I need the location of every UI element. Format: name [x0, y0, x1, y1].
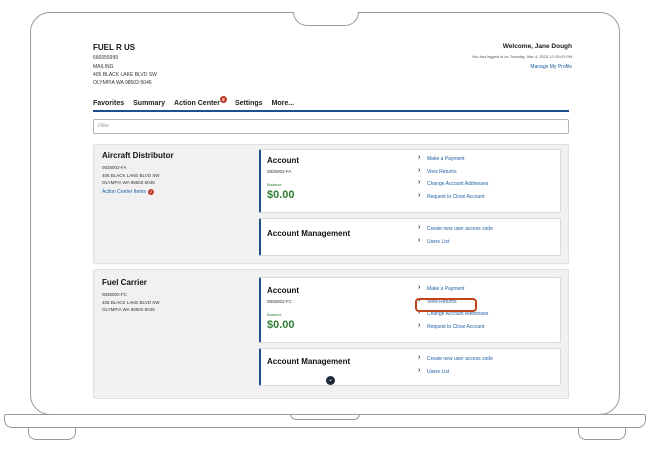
panel-address-line-1: 405 BLACK LAKE BLVD SW	[102, 300, 160, 305]
panel-address-line-2: OLYMPIA WA 98502-5046	[102, 180, 155, 185]
account-card: Account 0835002-FA Balance $0.00 Make a …	[259, 149, 561, 213]
account-card-title: Account	[267, 156, 299, 165]
create-access-code-link[interactable]: Create new user access code	[418, 225, 493, 239]
action-center-items-badge: 2	[147, 189, 154, 195]
management-links: Create new user access code Users List	[418, 225, 493, 252]
account-management-title: Account Management	[267, 357, 351, 366]
nav-more[interactable]: More...	[272, 100, 295, 107]
nav-underline	[93, 110, 569, 112]
account-links: Make a Payment View Returns Change Accou…	[418, 155, 488, 207]
chevron-down-icon[interactable]: ⌄	[326, 376, 335, 385]
manage-profile-link[interactable]: Manage My Profile	[530, 64, 572, 70]
action-center-items-link[interactable]: Action Center Items 2	[102, 189, 154, 195]
balance-amount: $0.00	[267, 319, 295, 331]
view-returns-highlight	[415, 298, 477, 312]
nav-summary[interactable]: Summary	[133, 100, 165, 107]
laptop-base-notch	[290, 414, 360, 420]
action-center-items-label: Action Center Items	[102, 189, 146, 195]
change-addresses-link[interactable]: Change Account Addresses	[418, 180, 488, 194]
panel-title: Aircraft Distributor	[102, 151, 174, 160]
account-card-number: 0835002-FA	[267, 169, 292, 174]
company-name: FUEL R US	[93, 43, 136, 52]
address-label: MAILING	[93, 64, 114, 70]
account-card-number: 0835002-FC	[267, 299, 293, 304]
change-addresses-link[interactable]: Change Account Addresses	[418, 310, 488, 324]
management-links: Create new user access code Users List	[418, 355, 493, 382]
users-list-link[interactable]: Users List	[418, 368, 493, 382]
account-management-title: Account Management	[267, 229, 351, 238]
screen: FUEL R US 666555999 MAILING 405 BLACK LA…	[78, 33, 589, 401]
nav-favorites[interactable]: Favorites	[93, 100, 124, 107]
welcome-text: Welcome, Jane Dough	[502, 43, 572, 50]
users-list-link[interactable]: Users List	[418, 238, 493, 252]
nav-action-center[interactable]: Action Center 5	[174, 96, 227, 107]
account-management-card: Account Management Create new user acces…	[259, 218, 561, 256]
laptop-notch	[293, 12, 359, 26]
action-center-badge: 5	[219, 96, 227, 103]
balance-amount: $0.00	[267, 189, 295, 201]
account-card: Account 0835002-FC Balance $0.00 Make a …	[259, 277, 561, 343]
view-returns-link[interactable]: View Returns	[418, 168, 488, 182]
main-nav: Favorites Summary Action Center 5 Setting…	[93, 96, 295, 107]
account-panel-aircraft-distributor: Aircraft Distributor 0835002-FA 405 BLAC…	[93, 144, 569, 264]
last-login-text: You last logged in on Tuesday, Mar 4, 20…	[471, 54, 572, 59]
laptop-foot-left	[28, 428, 76, 440]
balance-label: Balance	[267, 182, 282, 187]
make-payment-link[interactable]: Make a Payment	[418, 285, 488, 299]
close-account-link[interactable]: Request to Close Account	[418, 323, 488, 337]
panel-title: Fuel Carrier	[102, 278, 147, 287]
balance-label: Balance	[267, 312, 282, 317]
nav-action-center-label: Action Center	[174, 100, 220, 107]
panel-address-line-2: OLYMPIA WA 98502-5046	[102, 307, 155, 312]
nav-settings[interactable]: Settings	[235, 100, 263, 107]
laptop-foot-right	[578, 428, 626, 440]
address-line-1: 405 BLACK LAKE BLVD SW	[93, 72, 157, 78]
account-id: 666555999	[93, 55, 119, 61]
panel-number: 0835002-FA	[102, 165, 127, 170]
close-account-link[interactable]: Request to Close Account	[418, 193, 488, 207]
panel-address-line-1: 405 BLACK LAKE BLVD SW	[102, 173, 160, 178]
account-management-card: Account Management Create new user acces…	[259, 348, 561, 386]
make-payment-link[interactable]: Make a Payment	[418, 155, 488, 169]
account-card-title: Account	[267, 286, 299, 295]
panel-number: 0835002-FC	[102, 292, 128, 297]
address-line-2: OLYMPIA WA 98502-5046	[93, 80, 152, 86]
create-access-code-link[interactable]: Create new user access code	[418, 355, 493, 369]
filter-input[interactable]: Filter	[93, 119, 569, 134]
